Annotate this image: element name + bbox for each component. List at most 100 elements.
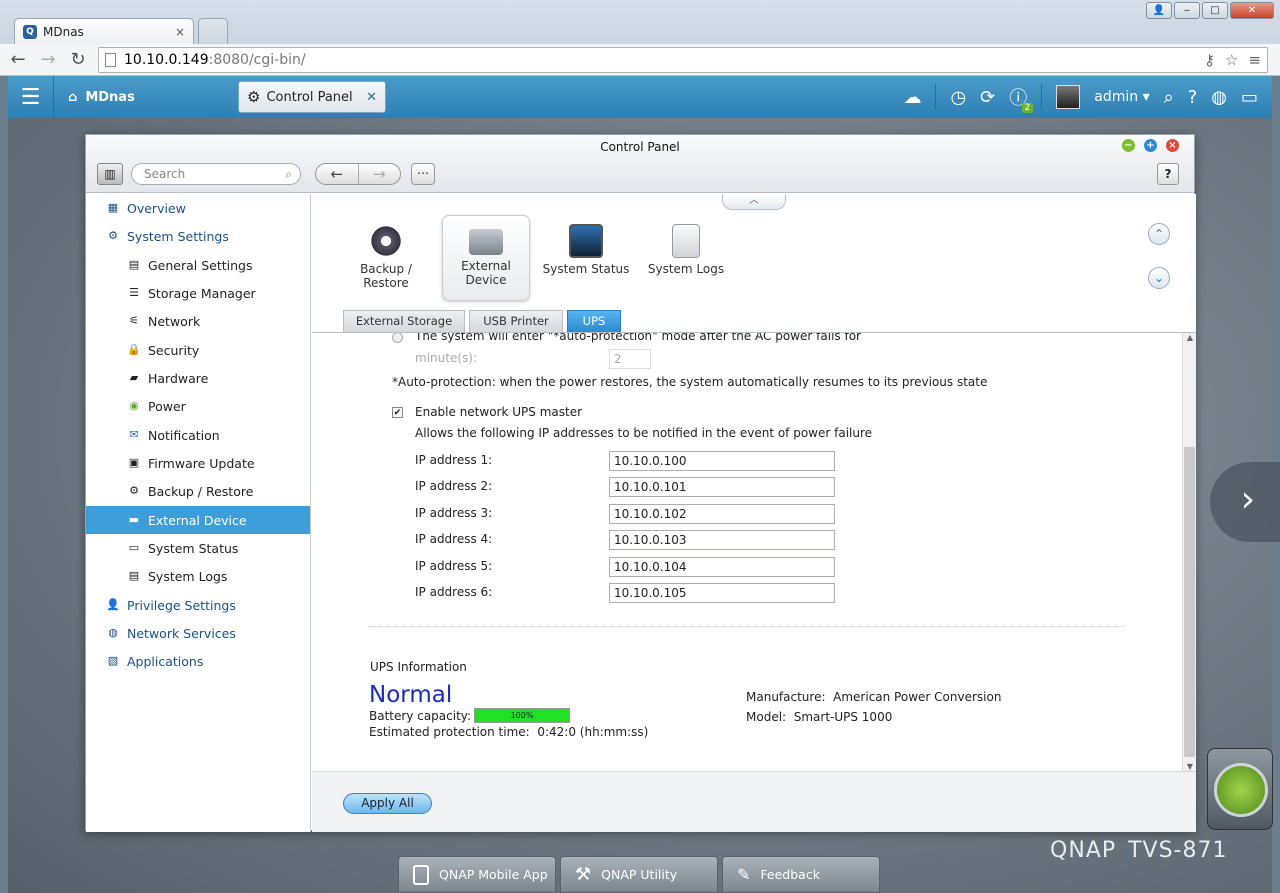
qts-top-bar: ☰ ⌂ MDnas ⚙ Control Panel ✕ ☁ ◷ ⟳ ⓘ 2 adm… xyxy=(8,76,1272,118)
sidebar-item-applications[interactable]: ▧ Applications xyxy=(86,647,310,675)
minimize-icon[interactable]: ‒ xyxy=(1174,2,1200,19)
forward-arrow-icon[interactable]: → xyxy=(357,164,401,184)
minutes-input[interactable]: 2 xyxy=(609,349,651,369)
external-device-icon[interactable]: ⟳ xyxy=(980,87,995,108)
ip-address-5-input[interactable]: 10.10.0.104 xyxy=(609,557,835,577)
home-button[interactable]: ⌂ MDnas xyxy=(68,90,135,105)
sidebar-item-label: General Settings xyxy=(148,257,253,273)
new-tab-button[interactable] xyxy=(198,18,228,44)
chevron-right-icon[interactable]: › xyxy=(1210,462,1280,542)
tool-external-device[interactable]: External Device xyxy=(442,215,530,301)
sidebar-item-backup-restore[interactable]: ⚙ Backup / Restore xyxy=(86,477,310,505)
maximize-icon[interactable]: □ xyxy=(1202,2,1228,19)
dock-qnap-mobile-app[interactable]: QNAP Mobile App xyxy=(398,856,556,893)
scroll-down-icon[interactable]: ⌄ xyxy=(1148,267,1170,289)
close-app-icon[interactable]: ✕ xyxy=(366,90,377,105)
sidebar-item-general-settings[interactable]: ▤ General Settings xyxy=(86,251,310,279)
dock-feedback[interactable]: ✎ Feedback xyxy=(722,856,880,893)
scroll-up-icon[interactable]: ⌃ xyxy=(1148,223,1170,245)
collapse-ribbon-icon[interactable]: ︿ xyxy=(722,194,786,210)
sidebar-item-system-settings[interactable]: ⚙ System Settings xyxy=(86,222,310,250)
sidebar-item-overview[interactable]: ▦ Overview xyxy=(86,194,310,222)
ip-address-3-input[interactable]: 10.10.0.102 xyxy=(609,504,835,524)
ip-address-6-input[interactable]: 10.10.0.105 xyxy=(609,583,835,603)
sidebar-item-network[interactable]: ⚟ Network xyxy=(86,307,310,335)
scroll-down-icon[interactable]: ▼ xyxy=(1183,762,1196,771)
browser-tabstrip: Q MDnas × 👤 ‒ □ ✕ xyxy=(0,0,1280,44)
sidebar-item-firmware-update[interactable]: ▣ Firmware Update xyxy=(86,449,310,477)
close-window-icon[interactable]: ✕ xyxy=(1230,2,1274,19)
control-panel-app-tab[interactable]: ⚙ Control Panel ✕ xyxy=(238,81,386,113)
tool-label: Backup / xyxy=(360,262,412,276)
reload-icon[interactable]: ↻ xyxy=(66,49,90,70)
tab-ups[interactable]: UPS xyxy=(567,310,621,332)
tool-system-logs[interactable]: System Logs xyxy=(642,215,730,301)
dock-qnap-utility[interactable]: ⚒ QNAP Utility xyxy=(560,856,718,893)
bookmark-star-icon[interactable]: ☆ xyxy=(1225,51,1238,69)
browser-tab[interactable]: Q MDnas × xyxy=(14,18,194,44)
ip-address-1-input[interactable]: 10.10.0.100 xyxy=(609,451,835,471)
sidebar-item-privilege-settings[interactable]: 👤 Privilege Settings xyxy=(86,591,310,619)
address-bar[interactable]: 10.10.0.149 :8080/cgi-bin/ ⚷ ☆ ≡ xyxy=(98,47,1268,73)
help-icon[interactable]: ? xyxy=(1188,87,1198,108)
forward-icon[interactable]: → xyxy=(36,49,60,70)
user-icon[interactable]: 👤 xyxy=(1146,2,1172,19)
applications-icon: ▧ xyxy=(107,654,119,667)
monitor-icon: ▭ xyxy=(128,541,140,554)
external-drive-icon xyxy=(469,229,503,255)
sidebar-item-storage-manager[interactable]: ☰ Storage Manager xyxy=(86,279,310,307)
language-globe-icon[interactable]: ◍ xyxy=(1211,87,1227,108)
close-window-icon[interactable]: × xyxy=(1166,139,1179,152)
monitor-icon[interactable]: ▭ xyxy=(1241,87,1258,108)
sidebar-item-network-services[interactable]: ◍ Network Services xyxy=(86,619,310,647)
apply-all-button[interactable]: Apply All xyxy=(343,793,432,814)
close-tab-icon[interactable]: × xyxy=(175,25,185,39)
search-input[interactable]: Search ⌕ xyxy=(131,163,301,185)
tool-backup-restore[interactable]: Backup / Restore xyxy=(342,215,430,301)
browser-menu-icon[interactable]: ≡ xyxy=(1248,51,1261,69)
content-scrollbar[interactable]: ▲ ▼ xyxy=(1182,333,1196,771)
sidebar-item-system-logs[interactable]: ▤ System Logs xyxy=(86,562,310,590)
sidebar-item-label: Hardware xyxy=(148,370,209,386)
help-button[interactable]: ? xyxy=(1157,163,1179,185)
dock-label: QNAP Mobile App xyxy=(439,867,548,882)
scroll-up-icon[interactable]: ▲ xyxy=(1183,333,1196,342)
storage-icon: ☰ xyxy=(129,286,139,299)
background-tasks-icon[interactable]: ◷ xyxy=(950,87,966,108)
tool-system-status[interactable]: System Status xyxy=(542,215,630,301)
auto-protection-radio[interactable] xyxy=(392,333,403,343)
ip-address-4-input[interactable]: 10.10.0.103 xyxy=(609,530,835,550)
cloud-icon[interactable]: ☁ xyxy=(903,87,921,108)
sidebar-item-security[interactable]: 🔒 Security xyxy=(86,336,310,364)
sidebar-item-label: Applications xyxy=(127,653,204,669)
sidebar-item-system-status[interactable]: ▭ System Status xyxy=(86,534,310,562)
tool-label: External xyxy=(461,259,511,273)
sidebar-item-hardware[interactable]: ▰ Hardware xyxy=(86,364,310,392)
sidebar-item-notification[interactable]: ✉ Notification xyxy=(86,421,310,449)
sidebar-item-label: Storage Manager xyxy=(148,285,256,301)
back-icon[interactable]: ← xyxy=(6,49,30,70)
event-notifications-icon[interactable]: ⓘ 2 xyxy=(1009,84,1034,113)
history-nav: ← → xyxy=(315,163,401,185)
avatar[interactable] xyxy=(1056,85,1081,109)
back-arrow-icon[interactable]: ← xyxy=(316,164,358,184)
sidebar-item-external-device[interactable]: ▬ External Device xyxy=(86,506,310,534)
sidebar-toggle-icon[interactable]: ▥ xyxy=(97,163,123,185)
main-menu-icon[interactable]: ☰ xyxy=(8,76,54,118)
app-tab-label: Control Panel xyxy=(266,89,353,105)
sidebar-item-power[interactable]: ◉ Power xyxy=(86,392,310,420)
window-controls: 👤 ‒ □ ✕ xyxy=(1146,2,1274,19)
scrollbar-thumb[interactable] xyxy=(1184,447,1195,757)
dashboard-gauge-icon[interactable] xyxy=(1207,748,1273,830)
log-icon: ▤ xyxy=(128,569,140,582)
all-apps-grid-icon[interactable]: ⋯ xyxy=(411,163,435,185)
enable-ups-master-checkbox[interactable]: ✔ xyxy=(392,407,403,418)
key-icon[interactable]: ⚷ xyxy=(1204,51,1215,69)
tab-usb-printer[interactable]: USB Printer xyxy=(469,310,563,332)
search-icon[interactable]: ⌕ xyxy=(1164,87,1174,108)
maximize-window-icon[interactable]: + xyxy=(1144,139,1157,152)
user-menu[interactable]: admin ▾ xyxy=(1094,89,1149,105)
tab-external-storage[interactable]: External Storage xyxy=(343,310,465,332)
ip-address-2-input[interactable]: 10.10.0.101 xyxy=(609,477,835,497)
minimize-window-icon[interactable]: − xyxy=(1122,139,1135,152)
